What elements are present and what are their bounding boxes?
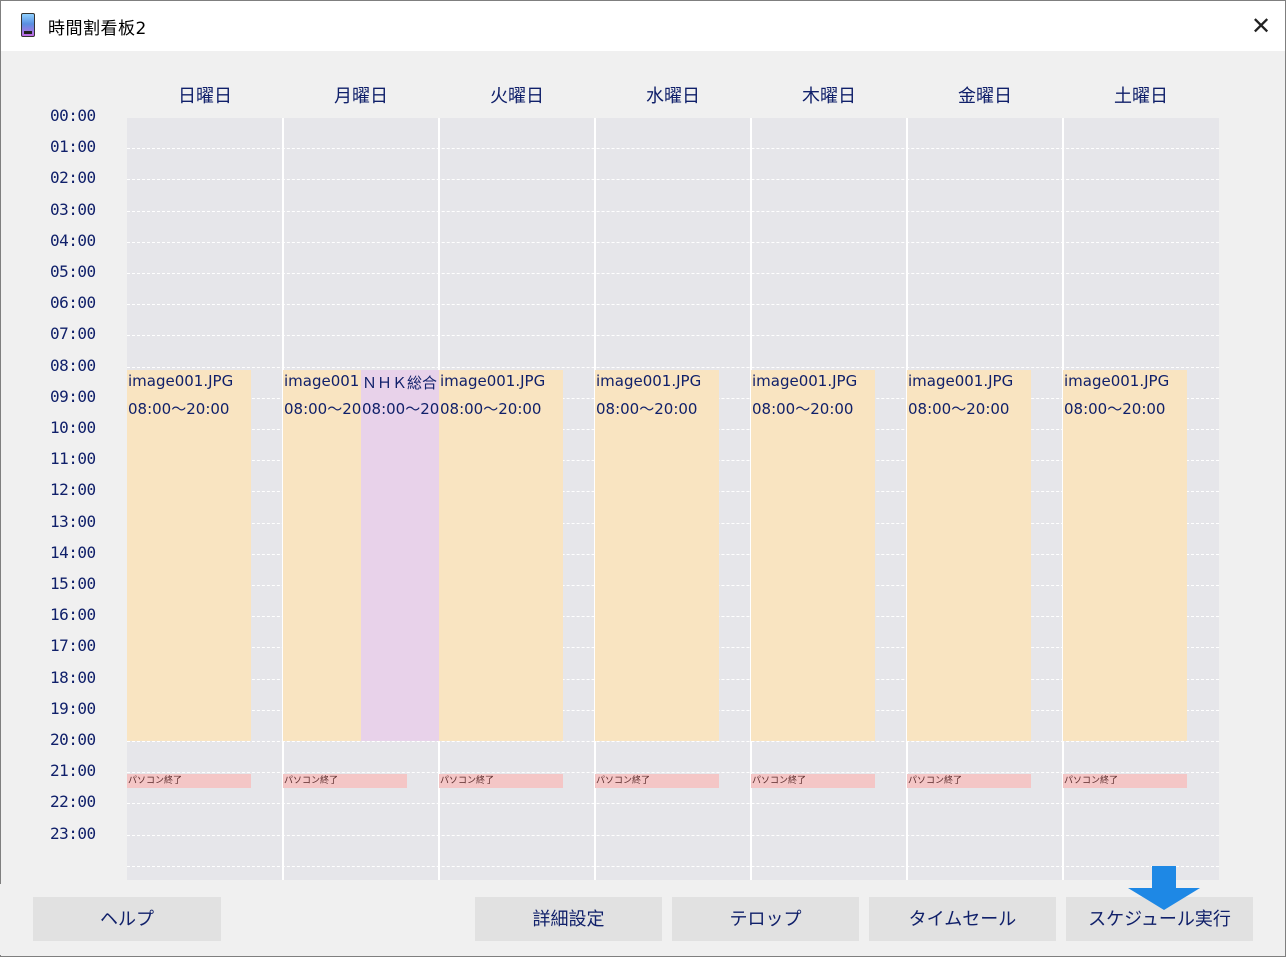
day-header-4: 木曜日 <box>802 86 856 107</box>
time-sale-button[interactable]: タイムセール <box>869 897 1056 941</box>
shutdown-label: パソコン終了 <box>284 776 339 787</box>
hour-label: 06:00 <box>50 293 96 313</box>
schedule-item-time: 08:00～20:00 <box>1064 399 1166 418</box>
hour-label: 02:00 <box>50 168 96 188</box>
image-schedule-block[interactable]: image001.JPG 08:00～20:00 <box>751 369 875 741</box>
day-header-0: 日曜日 <box>178 86 232 107</box>
hour-label: 22:00 <box>50 792 96 812</box>
hour-gridline <box>127 335 1219 337</box>
hour-gridline <box>127 241 1219 243</box>
hour-label: 14:00 <box>50 542 96 562</box>
hour-label: 15:00 <box>50 574 96 593</box>
hour-label: 11:00 <box>50 449 96 469</box>
day-header-2: 火曜日 <box>490 86 544 107</box>
image-schedule-block[interactable]: image001.JPG 08:00～20:00 <box>127 369 251 741</box>
hour-gridline <box>127 834 1219 836</box>
hour-gridline <box>127 865 1219 867</box>
schedule-item-name: image001.JPG <box>908 371 1014 390</box>
schedule-item-name: image001.JPG <box>440 371 546 390</box>
hour-label: 23:00 <box>50 823 96 843</box>
hour-label: 08:00 <box>50 355 96 375</box>
hour-label: 03:00 <box>50 199 96 219</box>
schedule-item-time: 08:00～20:00 <box>908 399 1010 418</box>
hour-gridline <box>127 179 1219 181</box>
telop-button[interactable]: テロップ <box>672 897 859 941</box>
schedule-item-time: 08:00～20:00 <box>752 399 854 418</box>
day-header-5: 金曜日 <box>958 86 1012 107</box>
hour-gridline <box>127 366 1219 368</box>
tv-schedule-block[interactable]: ＮＨＫ総合 08:00～20:00 <box>361 369 439 741</box>
schedule-item-name: image001.JPG <box>128 371 234 390</box>
hour-gridline <box>127 273 1219 274</box>
app-icon <box>21 13 35 37</box>
hour-label: 17:00 <box>50 636 96 656</box>
shutdown-label: パソコン終了 <box>596 776 651 787</box>
detail-settings-button[interactable]: 詳細設定 <box>475 897 662 941</box>
image-schedule-block[interactable]: image001.JPG 08:00～20:00 <box>283 369 361 741</box>
shutdown-block[interactable]: パソコン終了 <box>127 774 251 789</box>
image-schedule-block[interactable]: image001.JPG 08:00～20:00 <box>907 369 1031 741</box>
hour-gridline <box>127 304 1219 306</box>
help-button[interactable]: ヘルプ <box>33 897 221 941</box>
shutdown-label: パソコン終了 <box>440 776 495 787</box>
window-title: 時間割看板2 <box>48 19 147 39</box>
hour-label: 09:00 <box>50 386 96 406</box>
hour-gridline <box>127 210 1219 212</box>
image-schedule-block[interactable]: image001.JPG 08:00～20:00 <box>1063 369 1187 741</box>
hour-label: 07:00 <box>50 324 96 344</box>
hour-label: 20:00 <box>50 730 96 749</box>
shutdown-label: パソコン終了 <box>1064 776 1119 787</box>
day-header-1: 月曜日 <box>334 86 388 107</box>
hour-label: 12:00 <box>50 480 96 500</box>
shutdown-block[interactable]: パソコン終了 <box>439 774 563 789</box>
hour-label: 05:00 <box>50 262 96 281</box>
hour-label: 19:00 <box>50 698 96 718</box>
schedule-item-time: 08:00～20:00 <box>362 399 439 418</box>
shutdown-block[interactable]: パソコン終了 <box>1063 774 1187 789</box>
schedule-item-name: image001.JPG <box>596 371 702 390</box>
shutdown-block[interactable]: パソコン終了 <box>907 774 1031 789</box>
hour-label: 04:00 <box>50 230 96 250</box>
hour-label: 01:00 <box>50 137 96 157</box>
shutdown-block[interactable]: パソコン終了 <box>595 774 719 789</box>
hour-label: 21:00 <box>50 761 96 781</box>
image-schedule-block[interactable]: image001.JPG 08:00～20:00 <box>595 369 719 741</box>
hour-label: 13:00 <box>50 511 96 531</box>
image-schedule-block[interactable]: image001.JPG 08:00～20:00 <box>439 369 563 741</box>
schedule-item-name: ＮＨＫ総合 <box>362 373 438 392</box>
day-header-3: 水曜日 <box>646 86 700 107</box>
hour-gridline <box>127 772 1219 774</box>
shutdown-block[interactable]: パソコン終了 <box>751 774 875 789</box>
hour-gridline <box>127 741 1219 742</box>
hour-gridline <box>127 803 1219 805</box>
shutdown-label: パソコン終了 <box>128 776 183 787</box>
schedule-item-time: 08:00～20:00 <box>284 399 361 418</box>
shutdown-label: パソコン終了 <box>752 776 807 787</box>
schedule-item-time: 08:00～20:00 <box>596 399 698 418</box>
close-icon[interactable]: ✕ <box>1251 12 1271 40</box>
schedule-item-name: image001.JPG <box>1064 371 1170 390</box>
hour-gridline <box>127 148 1219 150</box>
shutdown-block[interactable]: パソコン終了 <box>283 774 407 789</box>
schedule-item-name: image001.JPG <box>752 371 858 390</box>
hour-label: 10:00 <box>50 418 96 437</box>
schedule-item-time: 08:00～20:00 <box>128 399 230 418</box>
shutdown-label: パソコン終了 <box>908 776 963 787</box>
hour-label: 18:00 <box>50 667 96 687</box>
close-button[interactable]: ✕ <box>1241 9 1281 43</box>
day-header-6: 土曜日 <box>1114 86 1168 107</box>
hour-label: 16:00 <box>50 605 96 625</box>
title-bar: 時間割看板2 ✕ <box>1 1 1285 51</box>
arrow-down-icon <box>1128 866 1200 910</box>
schedule-item-name: image001.JPG <box>284 371 361 390</box>
schedule-item-time: 08:00～20:00 <box>440 399 542 418</box>
hour-label: 00:00 <box>50 106 96 125</box>
